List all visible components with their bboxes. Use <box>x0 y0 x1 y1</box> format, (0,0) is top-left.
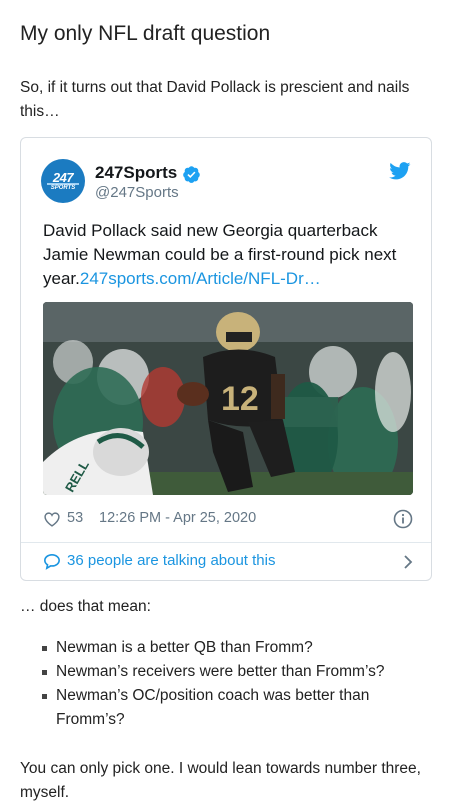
embedded-tweet[interactable]: 247 SPORTS 247Sports @247Sports David Po… <box>20 137 432 581</box>
options-list: Newman is a better QB than Fromm? Newman… <box>20 636 434 732</box>
info-icon[interactable] <box>393 509 413 529</box>
jersey-number: 12 <box>221 380 259 418</box>
chevron-right-icon[interactable] <box>403 554 413 570</box>
avatar-logo-subtext: SPORTS <box>50 185 76 191</box>
tweet-link[interactable]: 247sports.com/Article/NFL-Dr… <box>80 269 321 288</box>
avatar[interactable]: 247 SPORTS <box>41 159 85 203</box>
twitter-bird-icon[interactable] <box>389 162 411 180</box>
tweet-photo[interactable]: 12 RELL <box>43 302 413 495</box>
verified-badge-icon <box>183 166 200 183</box>
tweet-divider <box>21 542 431 543</box>
tweet-meta: 53 12:26 PM - Apr 25, 2020 <box>43 509 413 531</box>
tweet-timestamp[interactable]: 12:26 PM - Apr 25, 2020 <box>99 510 256 526</box>
heart-icon[interactable] <box>43 511 61 527</box>
closing-paragraph: You can only pick one. I would lean towa… <box>20 760 421 801</box>
conversation-label: 36 people are talking about this <box>67 552 276 569</box>
list-item: Newman is a better QB than Fromm? <box>20 636 434 660</box>
list-item: Newman’s OC/position coach was better th… <box>20 684 434 732</box>
account-handle[interactable]: @247Sports <box>95 184 179 201</box>
tweet-text: David Pollack said new Georgia quarterba… <box>43 219 415 291</box>
question-text: … does that mean: <box>20 598 151 615</box>
football-photo: 12 RELL <box>43 302 413 495</box>
page-title: My only NFL draft question <box>20 22 271 45</box>
football <box>177 382 209 406</box>
list-item: Newman’s receivers were better than From… <box>20 660 434 684</box>
account-name[interactable]: 247Sports <box>95 163 177 183</box>
like-count[interactable]: 53 <box>67 510 83 526</box>
conversation-link[interactable]: 36 people are talking about this <box>43 551 413 573</box>
speech-bubble-icon <box>44 553 60 570</box>
page: My only NFL draft question So, if it tur… <box>0 0 454 801</box>
intro-paragraph: So, if it turns out that David Pollack i… <box>20 79 410 120</box>
